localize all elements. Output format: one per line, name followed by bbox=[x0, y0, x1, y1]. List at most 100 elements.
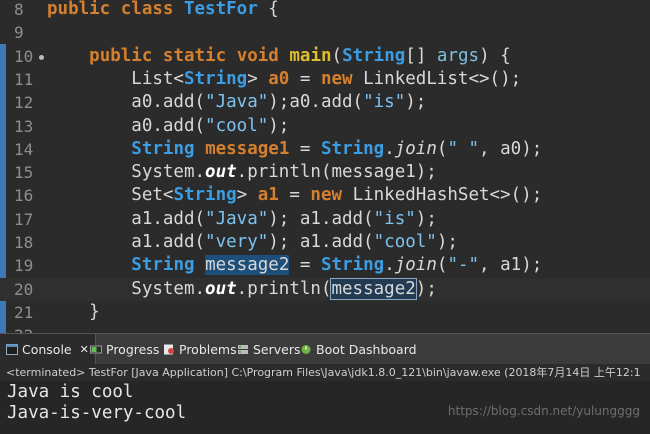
code-token: );a0.add( bbox=[268, 92, 364, 113]
code-line[interactable]: 18 a1.add("very"); a1.add("cool"); bbox=[0, 231, 650, 254]
code-text[interactable]: a1.add("Java"); a1.add("is"); bbox=[47, 208, 437, 231]
code-token: > bbox=[236, 185, 258, 206]
fold-marker-icon[interactable] bbox=[39, 55, 44, 60]
code-token: message1 bbox=[205, 138, 290, 159]
code-text[interactable]: } bbox=[47, 301, 100, 324]
code-line[interactable]: 22 bbox=[0, 324, 650, 333]
code-token: [] bbox=[405, 45, 437, 66]
code-token: ); a1.add( bbox=[268, 208, 374, 229]
code-line[interactable]: 15 System.out.println(message1); bbox=[0, 161, 650, 184]
code-token: new bbox=[320, 68, 364, 89]
code-text[interactable]: System.out.println(message2); bbox=[47, 277, 437, 301]
code-token: { bbox=[257, 0, 279, 19]
code-token: = bbox=[289, 138, 321, 159]
code-token: . bbox=[384, 255, 395, 276]
tab-progress[interactable]: Progress bbox=[90, 334, 159, 365]
code-token: Set< bbox=[47, 185, 174, 206]
line-number: 19 bbox=[14, 256, 34, 276]
code-line[interactable]: 9 bbox=[0, 21, 650, 44]
code-token: LinkedList<>(); bbox=[363, 68, 522, 89]
line-number: 16 bbox=[14, 186, 34, 206]
code-line[interactable]: 21 } bbox=[0, 301, 650, 324]
code-editor[interactable]: 8 public class TestFor {9 10 public static… bbox=[0, 0, 650, 333]
tab-console-label: Console bbox=[22, 342, 72, 357]
line-number: 20 bbox=[14, 279, 34, 299]
code-token: static bbox=[162, 45, 237, 66]
code-token: System. bbox=[47, 278, 206, 299]
line-number: 22 bbox=[14, 324, 40, 333]
line-number: 18 bbox=[14, 233, 34, 252]
code-text[interactable]: Set<String> a1 = new LinkedHashSet<>(); bbox=[47, 184, 542, 207]
code-token: out bbox=[205, 162, 237, 183]
code-token: a0 bbox=[268, 68, 290, 89]
code-token: TestFor bbox=[183, 0, 258, 19]
code-token: ); bbox=[268, 115, 290, 136]
code-token: ); bbox=[415, 208, 437, 229]
code-token: , a1); bbox=[479, 255, 543, 276]
code-token: void bbox=[236, 45, 290, 66]
code-text[interactable]: System.out.println(message1); bbox=[47, 161, 437, 184]
code-text[interactable]: List<String> a0 = new LinkedList<>(); bbox=[47, 68, 521, 91]
tab-boot-dashboard[interactable]: Boot Dashboard bbox=[300, 334, 417, 365]
problems-icon bbox=[164, 344, 174, 355]
code-token: " " bbox=[447, 138, 480, 159]
code-token: = bbox=[289, 68, 321, 89]
code-token: join bbox=[394, 255, 437, 276]
code-text[interactable]: a1.add("very"); a1.add("cool"); bbox=[47, 231, 458, 254]
code-token: > bbox=[247, 68, 269, 89]
tab-servers[interactable]: Servers bbox=[237, 334, 301, 365]
code-token: String bbox=[131, 255, 206, 276]
code-text[interactable]: String message2 = String.join("-", a1); bbox=[47, 254, 542, 277]
code-token: "cool" bbox=[373, 232, 437, 252]
tab-console[interactable]: Console ✕ bbox=[0, 334, 96, 365]
console-output-line: Java is cool bbox=[7, 382, 134, 402]
code-line[interactable]: 16 Set<String> a1 = new LinkedHashSet<>(… bbox=[0, 184, 650, 207]
code-token: . bbox=[384, 138, 395, 159]
code-token: a1 bbox=[257, 185, 279, 206]
code-token: = bbox=[289, 255, 321, 276]
code-text[interactable]: public class TestFor { bbox=[47, 0, 279, 21]
code-token: "Java" bbox=[205, 92, 269, 113]
code-text[interactable]: String message1 = String.join(" ", a0); bbox=[47, 138, 542, 161]
console-status-line: <terminated> TestFor [Java Application] … bbox=[0, 364, 650, 381]
console-output-line: Java-is-very-cool bbox=[7, 403, 187, 423]
code-token: "Java" bbox=[205, 208, 269, 229]
code-token: new bbox=[310, 185, 353, 206]
code-token: a0.add( bbox=[47, 115, 206, 136]
code-line[interactable]: 13 a0.add("cool"); bbox=[0, 115, 650, 138]
line-number: 14 bbox=[14, 139, 34, 159]
code-line[interactable]: 19 String message2 = String.join("-", a1… bbox=[0, 254, 650, 277]
code-token: List< bbox=[47, 68, 184, 89]
spring-boot-icon bbox=[301, 345, 311, 354]
line-number: 10 bbox=[14, 46, 34, 66]
code-line[interactable]: 14 String message1 = String.join(" ", a0… bbox=[0, 138, 650, 161]
code-token: , a0); bbox=[479, 138, 543, 159]
code-token: a1.add( bbox=[47, 208, 206, 229]
tab-servers-label: Servers bbox=[253, 342, 301, 357]
line-number: 11 bbox=[14, 69, 34, 89]
code-line[interactable]: 20 System.out.println(message2); bbox=[0, 277, 650, 301]
code-text[interactable]: a0.add("cool"); bbox=[47, 115, 289, 138]
code-token: = bbox=[278, 185, 311, 206]
code-line[interactable]: 12 a0.add("Java");a0.add("is"); bbox=[0, 91, 650, 114]
code-line[interactable]: 10 public static void main(String[] args… bbox=[0, 45, 650, 68]
line-number: 21 bbox=[14, 302, 34, 322]
code-token: ); bbox=[415, 278, 437, 299]
code-line[interactable]: 17 a1.add("Java"); a1.add("is"); bbox=[0, 208, 650, 231]
line-number: 17 bbox=[14, 209, 34, 229]
code-token: ( bbox=[331, 45, 343, 66]
code-token: String bbox=[131, 138, 206, 159]
close-icon[interactable]: ✕ bbox=[80, 334, 89, 365]
code-token: String bbox=[173, 185, 237, 206]
code-line[interactable]: 11 List<String> a0 = new LinkedList<>(); bbox=[0, 68, 650, 91]
code-token: ( bbox=[436, 255, 448, 276]
code-token: String bbox=[183, 68, 248, 89]
code-text[interactable]: a0.add("Java");a0.add("is"); bbox=[47, 91, 426, 114]
code-line[interactable]: 8 public class TestFor { bbox=[0, 0, 650, 21]
tab-problems[interactable]: Problems bbox=[163, 334, 237, 365]
code-text[interactable]: public static void main(String[] args) { bbox=[47, 45, 511, 68]
code-token: public bbox=[47, 0, 121, 19]
watermark: https://blog.csdn.net/yulungggg bbox=[447, 404, 640, 418]
code-token: } bbox=[47, 301, 100, 322]
